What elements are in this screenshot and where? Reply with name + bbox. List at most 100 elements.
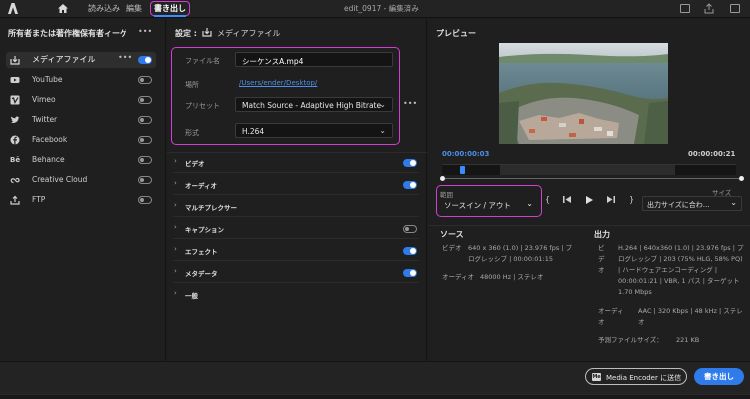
- media-encoder-icon: Me: [592, 373, 601, 381]
- format-label: 形式: [185, 129, 199, 137]
- destination-twitter[interactable]: Twitter: [6, 112, 156, 128]
- chevron-down-icon: ⌄: [730, 198, 737, 207]
- source-video-label: ビデオ: [442, 244, 462, 252]
- export-icon: [202, 27, 212, 39]
- section-multiplexer[interactable]: › マルチプレクサー: [173, 197, 419, 217]
- destination-facebook[interactable]: Facebook: [6, 132, 156, 148]
- share-icon[interactable]: [704, 3, 714, 14]
- chevron-right-icon: ›: [174, 245, 177, 253]
- section-general[interactable]: › 一般: [173, 285, 419, 305]
- filesize-label: 予測ファイルサイズ：: [598, 336, 663, 344]
- source-header: ソース: [440, 230, 464, 239]
- creative-cloud-icon: [10, 175, 20, 185]
- destination-toggle[interactable]: [138, 56, 152, 64]
- range-slider[interactable]: [442, 178, 742, 179]
- chevron-down-icon: ⌄: [526, 199, 533, 208]
- format-select[interactable]: H.264 ⌄: [235, 123, 393, 138]
- section-toggle[interactable]: [403, 225, 417, 233]
- preview-header: プレビュー: [436, 29, 476, 38]
- range-out-handle[interactable]: [739, 176, 744, 181]
- tab-export[interactable]: 書き出し: [150, 1, 190, 17]
- range-in-handle[interactable]: [440, 176, 445, 181]
- playhead[interactable]: [460, 166, 465, 174]
- home-icon[interactable]: [57, 3, 69, 14]
- section-toggle[interactable]: [403, 247, 417, 255]
- top-bar: 読み込み 編集 書き出し edit_0917 - 編集済み: [0, 0, 750, 18]
- range-value: ソースイン / アウト: [444, 201, 511, 210]
- preset-label: プリセット: [185, 102, 220, 110]
- destination-toggle[interactable]: [138, 136, 152, 144]
- end-timecode: 00:00:00:21: [688, 150, 736, 158]
- step-forward-icon[interactable]: [606, 195, 616, 206]
- timeline-track[interactable]: [442, 164, 736, 175]
- destination-toggle[interactable]: [138, 116, 152, 124]
- section-toggle[interactable]: [403, 269, 417, 277]
- quick-export-icon[interactable]: [680, 4, 690, 13]
- destination-toggle[interactable]: [138, 196, 152, 204]
- section-captions[interactable]: › キャプション: [173, 219, 419, 239]
- section-label: マルチプレクサー: [185, 204, 237, 212]
- destination-ftp[interactable]: FTP: [6, 192, 156, 208]
- range-select[interactable]: ソースイン / アウト ⌄: [440, 198, 537, 212]
- mark-in-icon[interactable]: {: [545, 195, 550, 204]
- chevron-right-icon: ›: [174, 289, 177, 297]
- tab-import[interactable]: 読み込み: [88, 3, 120, 14]
- encoder-button-label: Media Encoder に送信: [606, 374, 682, 382]
- section-label: ビデオ: [185, 160, 205, 168]
- chevron-right-icon: ›: [174, 201, 177, 209]
- project-title: edit_0917 - 編集済み: [344, 4, 419, 13]
- destination-label: メディアファイル: [32, 55, 96, 64]
- twitter-icon: [10, 115, 20, 125]
- preset-select[interactable]: Match Source - Adaptive High Bitrate ⌄: [235, 97, 393, 112]
- destination-creative-cloud[interactable]: Creative Cloud: [6, 172, 156, 188]
- mark-out-icon[interactable]: }: [629, 195, 634, 204]
- source-video-info: 640 x 360 (1.0) | 23.976 fps | プログレッシブ |…: [468, 244, 573, 263]
- section-toggle[interactable]: [403, 159, 417, 167]
- chevron-down-icon: ⌄: [379, 126, 386, 135]
- more-options-icon[interactable]: •••: [138, 27, 152, 36]
- destination-more-icon[interactable]: •••: [118, 53, 132, 62]
- export-button[interactable]: 書き出し: [694, 368, 744, 385]
- chevron-right-icon: ›: [174, 223, 177, 231]
- destination-media-file[interactable]: メディアファイル •••: [6, 52, 156, 68]
- destination-toggle[interactable]: [138, 96, 152, 104]
- chevron-right-icon: ›: [174, 157, 177, 165]
- output-audio-info: AAC | 320 Kbps | 48 kHz | ステレオ: [638, 307, 743, 326]
- destination-vimeo[interactable]: Vimeo: [6, 92, 156, 108]
- location-label: 場所: [185, 81, 199, 89]
- output-audio-label: オーディオ: [598, 307, 624, 326]
- destination-behance[interactable]: Bē Behance: [6, 152, 156, 168]
- chevron-right-icon: ›: [174, 267, 177, 275]
- section-toggle[interactable]: [403, 181, 417, 189]
- section-audio[interactable]: › オーディオ: [173, 175, 419, 195]
- destination-toggle[interactable]: [138, 176, 152, 184]
- section-effects[interactable]: › エフェクト: [173, 241, 419, 261]
- step-back-icon[interactable]: [562, 195, 572, 206]
- current-timecode[interactable]: 00:00:00:03: [442, 150, 489, 158]
- section-metadata[interactable]: › メタデータ: [173, 263, 419, 283]
- destination-youtube[interactable]: YouTube: [6, 72, 156, 88]
- preset-more-icon[interactable]: •••: [403, 99, 417, 108]
- settings-header: 設定 :: [175, 29, 197, 38]
- size-select[interactable]: 出力サイズに合わ… ⌄: [642, 196, 742, 211]
- destination-toggle[interactable]: [138, 156, 152, 164]
- settings-target: メディアファイル: [217, 29, 281, 38]
- section-video[interactable]: › ビデオ: [173, 153, 419, 173]
- ftp-icon: [10, 195, 20, 205]
- vimeo-icon: [10, 95, 20, 105]
- destination-label: Creative Cloud: [32, 175, 88, 184]
- filename-input[interactable]: シーケンスA.mp4: [235, 52, 393, 67]
- location-link[interactable]: /Users/ender/Desktop/: [239, 79, 317, 87]
- send-to-media-encoder-button[interactable]: Me Media Encoder に送信: [585, 368, 687, 385]
- tab-edit[interactable]: 編集: [126, 3, 142, 14]
- app-logo[interactable]: [8, 3, 18, 14]
- destination-toggle[interactable]: [138, 76, 152, 84]
- export-icon: [10, 55, 20, 65]
- output-video-label: ビデオ: [598, 244, 605, 274]
- play-icon[interactable]: [585, 195, 594, 207]
- bottom-bar: Me Media Encoder に送信 書き出し: [0, 361, 750, 399]
- behance-icon: Bē: [10, 156, 21, 164]
- section-label: エフェクト: [185, 248, 218, 256]
- output-video-info: H.264 | 640x360 (1.0) | 23.976 fps | プログ…: [618, 244, 744, 296]
- fullscreen-icon[interactable]: [730, 4, 740, 13]
